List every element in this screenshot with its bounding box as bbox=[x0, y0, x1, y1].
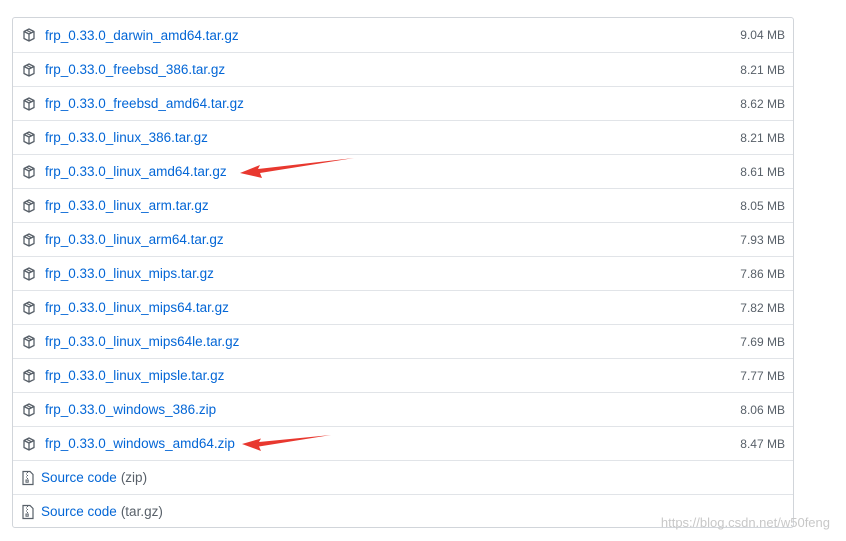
source-code-format: (zip) bbox=[120, 470, 148, 485]
asset-size: 8.21 MB bbox=[740, 62, 785, 77]
asset-download-link[interactable]: frp_0.33.0_freebsd_amd64.tar.gz bbox=[45, 96, 244, 111]
asset-size: 7.69 MB bbox=[740, 334, 785, 349]
package-icon bbox=[21, 96, 37, 112]
package-icon bbox=[21, 334, 37, 350]
asset-download-link[interactable]: frp_0.33.0_linux_mips64le.tar.gz bbox=[45, 334, 239, 349]
file-zip-icon bbox=[21, 470, 35, 486]
source-code-label: Source code bbox=[41, 504, 117, 519]
asset-row: frp_0.33.0_windows_amd64.zip 8.47 MB bbox=[13, 426, 793, 460]
asset-size: 7.86 MB bbox=[740, 266, 785, 281]
asset-size: 8.06 MB bbox=[740, 402, 785, 417]
asset-download-link[interactable]: frp_0.33.0_linux_arm.tar.gz bbox=[45, 198, 209, 213]
asset-row: frp_0.33.0_linux_mips64le.tar.gz 7.69 MB bbox=[13, 324, 793, 358]
package-icon bbox=[21, 27, 37, 43]
asset-row: frp_0.33.0_linux_mips64.tar.gz 7.82 MB bbox=[13, 290, 793, 324]
package-icon bbox=[21, 402, 37, 418]
package-icon bbox=[21, 198, 37, 214]
asset-size: 8.05 MB bbox=[740, 198, 785, 213]
package-icon bbox=[21, 266, 37, 282]
asset-row: frp_0.33.0_linux_amd64.tar.gz 8.61 MB bbox=[13, 154, 793, 188]
asset-size: 8.61 MB bbox=[740, 164, 785, 179]
asset-row: frp_0.33.0_linux_arm64.tar.gz 7.93 MB bbox=[13, 222, 793, 256]
package-icon bbox=[21, 436, 37, 452]
assets-list: frp_0.33.0_darwin_amd64.tar.gz 9.04 MB f… bbox=[12, 17, 794, 528]
asset-download-link[interactable]: frp_0.33.0_linux_386.tar.gz bbox=[45, 130, 208, 145]
asset-row: frp_0.33.0_linux_386.tar.gz 8.21 MB bbox=[13, 120, 793, 154]
asset-download-link[interactable]: frp_0.33.0_darwin_amd64.tar.gz bbox=[45, 28, 239, 43]
watermark: https://blog.csdn.net/w50feng bbox=[660, 515, 830, 530]
asset-row: frp_0.33.0_darwin_amd64.tar.gz 9.04 MB bbox=[13, 18, 793, 52]
package-icon bbox=[21, 232, 37, 248]
asset-size: 7.77 MB bbox=[740, 368, 785, 383]
asset-download-link[interactable]: frp_0.33.0_windows_amd64.zip bbox=[45, 436, 235, 451]
asset-download-link[interactable]: frp_0.33.0_linux_mipsle.tar.gz bbox=[45, 368, 224, 383]
asset-row: frp_0.33.0_freebsd_386.tar.gz 8.21 MB bbox=[13, 52, 793, 86]
asset-row: frp_0.33.0_windows_386.zip 8.06 MB bbox=[13, 392, 793, 426]
source-code-row: Source code (zip) bbox=[13, 460, 793, 494]
release-assets-page: frp_0.33.0_darwin_amd64.tar.gz 9.04 MB f… bbox=[0, 0, 846, 541]
source-code-label: Source code bbox=[41, 470, 117, 485]
asset-download-link[interactable]: frp_0.33.0_linux_arm64.tar.gz bbox=[45, 232, 224, 247]
asset-download-link[interactable]: frp_0.33.0_linux_mips64.tar.gz bbox=[45, 300, 229, 315]
source-code-format: (tar.gz) bbox=[120, 504, 163, 519]
asset-size: 7.93 MB bbox=[740, 232, 785, 247]
package-icon bbox=[21, 300, 37, 316]
asset-row: frp_0.33.0_linux_arm.tar.gz 8.05 MB bbox=[13, 188, 793, 222]
source-code-zip-link[interactable]: Source code (zip) bbox=[41, 470, 147, 485]
package-icon bbox=[21, 368, 37, 384]
file-zip-icon bbox=[21, 504, 35, 520]
package-icon bbox=[21, 62, 37, 78]
asset-size: 8.62 MB bbox=[740, 96, 785, 111]
source-code-targz-link[interactable]: Source code (tar.gz) bbox=[41, 504, 163, 519]
asset-size: 8.47 MB bbox=[740, 436, 785, 451]
package-icon bbox=[21, 130, 37, 146]
asset-size: 7.82 MB bbox=[740, 300, 785, 315]
package-icon bbox=[21, 164, 37, 180]
asset-row: frp_0.33.0_freebsd_amd64.tar.gz 8.62 MB bbox=[13, 86, 793, 120]
asset-download-link[interactable]: frp_0.33.0_linux_mips.tar.gz bbox=[45, 266, 214, 281]
asset-download-link[interactable]: frp_0.33.0_linux_amd64.tar.gz bbox=[45, 164, 227, 179]
asset-row: frp_0.33.0_linux_mipsle.tar.gz 7.77 MB bbox=[13, 358, 793, 392]
asset-size: 8.21 MB bbox=[740, 130, 785, 145]
asset-download-link[interactable]: frp_0.33.0_freebsd_386.tar.gz bbox=[45, 62, 225, 77]
asset-row: frp_0.33.0_linux_mips.tar.gz 7.86 MB bbox=[13, 256, 793, 290]
asset-size: 9.04 MB bbox=[740, 28, 785, 42]
asset-download-link[interactable]: frp_0.33.0_windows_386.zip bbox=[45, 402, 216, 417]
